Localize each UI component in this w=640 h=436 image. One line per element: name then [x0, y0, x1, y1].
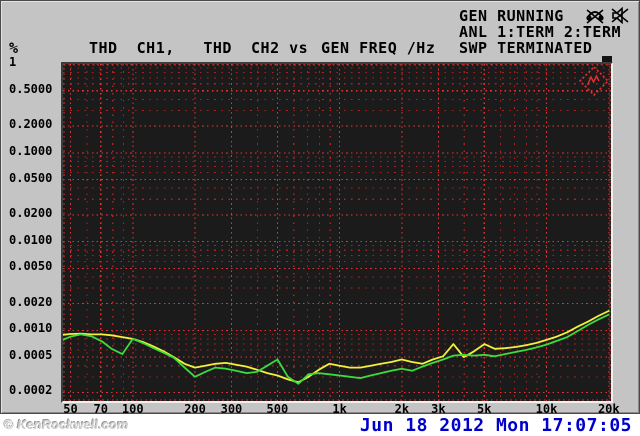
y-tick-label: 0.0100: [9, 232, 53, 247]
y-tick-label: 0.5000: [9, 81, 53, 96]
y-tick-label: 0.0050: [9, 259, 53, 274]
y-tick-label: 0.2000: [9, 117, 53, 132]
trace-title: THD CH1, THD CH2 vs: [89, 39, 309, 57]
y-tick-label: 0.0200: [9, 205, 53, 220]
y-tick-label: 0.0500: [9, 170, 53, 185]
y-tick-label: 0.0002: [9, 383, 53, 398]
status-icon-group: [585, 7, 630, 24]
datetime-stamp: Jun 18 2012 Mon 17:07:05: [359, 415, 632, 436]
y-tick-label: 0.0020: [9, 294, 53, 309]
x-tick-label: 3k: [431, 402, 446, 416]
x-tick-label: 500: [266, 402, 289, 416]
y-axis-unit-label: %: [9, 39, 19, 57]
watermark: © KenRockwell.com: [4, 417, 129, 432]
status-analyzer: ANL 1:TERM 2:TERM: [459, 23, 622, 41]
status-generator: GEN RUNNING: [459, 7, 564, 25]
monitor-muted-icon: [586, 9, 604, 24]
analyzer-screen: % THD CH1, THD CH2 vs GEN FREQ /Hz GEN R…: [0, 0, 640, 416]
y-tick-label: 0.0005: [9, 348, 53, 363]
x-tick-label: 1k: [332, 402, 347, 416]
screenshot-root: % THD CH1, THD CH2 vs GEN FREQ /Hz GEN R…: [0, 0, 640, 436]
thd-vs-frequency-plot: [61, 62, 613, 403]
y-tick-label: 0.1000: [9, 143, 53, 158]
x-axis-title: GEN FREQ /Hz: [321, 39, 436, 57]
y-tick-label: 0.0010: [9, 321, 53, 336]
y-tick-label: 1: [9, 55, 17, 69]
x-tick-label: 300: [220, 402, 243, 416]
speaker-muted-icon: [611, 7, 629, 24]
x-tick-label: 100: [121, 402, 144, 416]
x-tick-label: 10k: [535, 402, 558, 416]
x-tick-label: 5k: [476, 402, 492, 416]
status-sweep: SWP TERMINATED: [459, 39, 593, 57]
x-tick-label: 20k: [597, 402, 620, 416]
